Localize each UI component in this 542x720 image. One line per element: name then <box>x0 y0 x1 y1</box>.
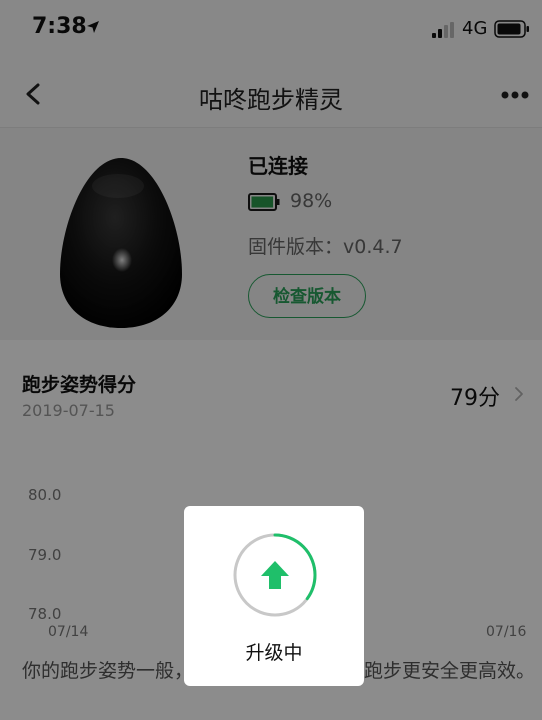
upgrade-progress-ring <box>233 533 317 617</box>
upload-arrow-icon <box>261 561 289 589</box>
upgrade-progress-dialog: 升级中 <box>184 506 364 686</box>
upgrade-status-label: 升级中 <box>245 642 303 664</box>
